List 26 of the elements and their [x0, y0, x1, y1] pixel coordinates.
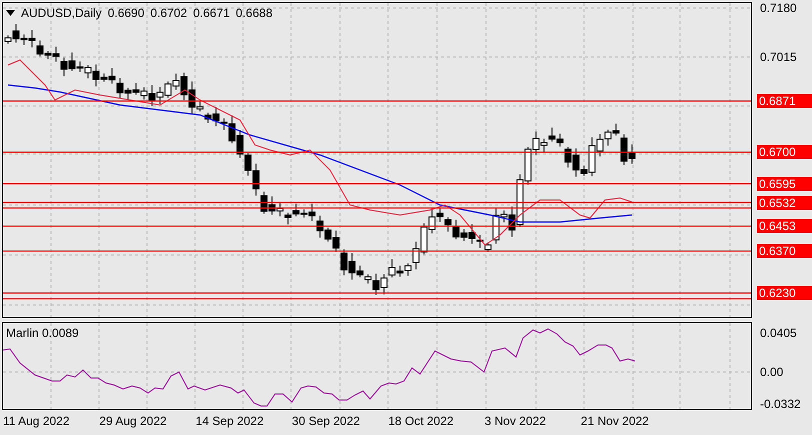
quote-value: 0.6702	[150, 5, 188, 22]
price-level-label: 0.6230	[757, 286, 812, 300]
indicator-tick-label: 0.00	[760, 365, 784, 379]
date-label: 14 Sep 2022	[196, 414, 264, 428]
dropdown-triangle-icon[interactable]	[6, 10, 15, 16]
price-tick-label: 0.7180	[760, 1, 797, 15]
price-level-label: 0.6453	[757, 219, 812, 234]
price-level-label: 0.6370	[757, 244, 812, 258]
quote-value: 0.6688	[236, 5, 272, 22]
date-label: 29 Aug 2022	[99, 414, 167, 428]
symbol-title: AUDUSD,Daily	[21, 5, 102, 22]
indicator-tick-label: -0.0332	[760, 397, 801, 411]
quote-value: 0.6690	[108, 5, 144, 22]
price-level-label: 0.6595	[757, 176, 812, 191]
date-label: 30 Sep 2022	[292, 414, 360, 428]
price-level-label: 0.6532	[757, 196, 812, 210]
quote-value: 0.6671	[193, 5, 230, 22]
date-label: 11 Aug 2022	[3, 414, 70, 428]
indicator-title: Marlin 0.0089	[6, 326, 79, 340]
date-label: 3 Nov 2022	[484, 414, 546, 428]
indicator-tick-label: 0.0405	[760, 326, 797, 340]
price-level-label: 0.6700	[757, 145, 812, 160]
date-label: 21 Nov 2022	[580, 414, 649, 428]
date-label: 18 Oct 2022	[388, 414, 454, 428]
price-level-label: 0.6871	[757, 94, 812, 108]
price-tick-label: 0.7015	[760, 50, 797, 64]
